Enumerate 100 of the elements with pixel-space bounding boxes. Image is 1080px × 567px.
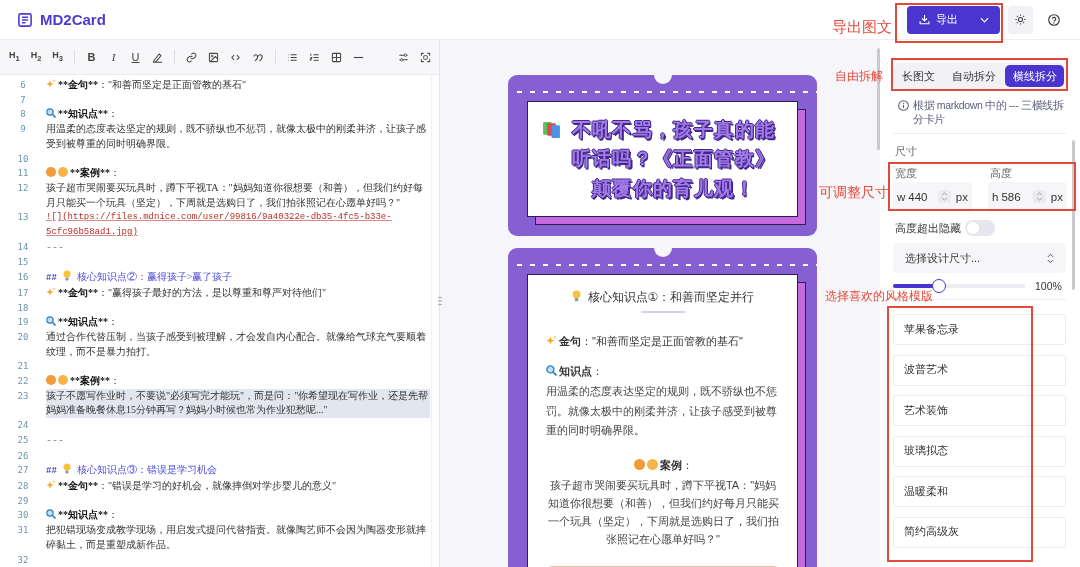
link-icon[interactable]: [186, 51, 197, 63]
image-icon[interactable]: [208, 51, 219, 63]
code-line: **金句**："错误是学习的好机会，就像摔倒对学步婴儿的意义": [58, 480, 337, 491]
rule-markup: ---: [46, 241, 64, 253]
annotation-text: 导出图文: [832, 18, 892, 36]
scrollbar-thumb[interactable]: [1072, 140, 1075, 290]
line-number: 21: [16, 360, 30, 374]
download-icon: [919, 14, 930, 25]
unit-label: px: [1050, 190, 1063, 203]
zoom-reading: 100%: [1035, 280, 1062, 292]
code-line: **金句**："和善而坚定是正面管教的基石": [58, 79, 247, 90]
template-card[interactable]: 温暖柔和: [893, 476, 1066, 508]
line-number: 12: [16, 181, 30, 195]
code-line: **案例**：: [70, 375, 120, 387]
table-icon[interactable]: [331, 51, 342, 63]
search-icon: [46, 316, 56, 327]
theme-button[interactable]: [1008, 5, 1033, 34]
sparkle-icon: [546, 335, 557, 346]
emoji-icon: [58, 375, 68, 386]
heading-text: 核心知识点②：赢得孩子>赢了孩子: [76, 271, 233, 283]
annotation-text: 可调整尺寸: [819, 185, 889, 201]
emoji-icon: [46, 167, 56, 178]
line-number: 31: [16, 524, 30, 538]
field-label: 高度: [989, 166, 1013, 180]
focus-icon[interactable]: [420, 51, 431, 63]
cover-title: 不吼不骂，孩子真的能听话吗？《正面管教》颠覆你的育儿观！: [570, 116, 777, 201]
case-label: 案例：: [659, 458, 693, 471]
heading-button[interactable]: H$_{3}$: [52, 51, 63, 63]
field-label: 宽度: [894, 166, 918, 180]
template-card[interactable]: 波普艺术: [893, 354, 1066, 386]
italic-button[interactable]: I: [108, 51, 119, 63]
line-number: 15: [16, 256, 30, 270]
width-field[interactable]: w 440 px: [893, 182, 972, 211]
minus-icon[interactable]: [353, 55, 364, 59]
search-icon: [546, 365, 557, 376]
line-number: 19: [16, 316, 30, 330]
export-button[interactable]: 导出: [907, 5, 1000, 34]
split-mode-tab[interactable]: 横线拆分: [1005, 65, 1064, 87]
help-icon[interactable]: [1048, 13, 1060, 26]
code-line: 把犯错现场变成教学现场，用启发式提问代替指责。就像陶艺师不会因为陶器变形就摔碎黏土，而是重塑成新作品。: [46, 523, 427, 552]
slider-thumb[interactable]: [932, 279, 947, 293]
unit-label: px: [955, 190, 968, 203]
template-card[interactable]: 简约高级灰: [893, 516, 1066, 548]
code-line: **知识点**：: [58, 316, 118, 328]
bold-button[interactable]: B: [86, 51, 97, 63]
line-number: 30: [16, 509, 30, 523]
underline-button[interactable]: U: [130, 51, 141, 63]
template-card[interactable]: 玻璃拟态: [893, 435, 1066, 467]
section-title: 尺寸: [894, 144, 918, 158]
bulb-icon: [571, 290, 581, 302]
annotation-text: 自由拆解: [835, 70, 883, 84]
template-card[interactable]: 艺术装饰: [893, 395, 1066, 427]
chevron-down-icon: [980, 16, 989, 23]
line-number: 16: [16, 271, 30, 285]
section-heading: 核心知识点①：和善而坚定并行: [587, 290, 755, 304]
split-mode-tab[interactable]: 长图文: [895, 65, 943, 87]
emoji-icon: [58, 167, 68, 178]
rule-markup: ---: [46, 434, 64, 446]
pen-icon[interactable]: [152, 51, 163, 63]
sparkle-icon: [46, 286, 56, 297]
toggle-label: 高度超出隐藏: [895, 221, 961, 236]
hint-text: 根据 markdown 中的 --- 三横线拆分卡片: [913, 98, 1065, 126]
line-number: 17: [16, 286, 30, 300]
emoji-icon: [646, 458, 658, 470]
quote-icon[interactable]: [252, 51, 264, 63]
heading-marker: ##: [46, 273, 57, 284]
emoji-icon: [633, 458, 645, 470]
line-number: 25: [16, 433, 30, 447]
line-number: 24: [16, 419, 30, 433]
code-line: **知识点**：: [58, 108, 118, 120]
height-field[interactable]: h 586 px: [988, 182, 1067, 211]
line-number: 14: [16, 240, 30, 254]
line-number: 20: [16, 330, 30, 344]
heading-button[interactable]: H$_{2}$: [30, 51, 42, 63]
heading-button[interactable]: H$_{1}$: [9, 51, 20, 63]
logo-icon: [18, 12, 32, 27]
grip-icon[interactable]: [438, 296, 442, 306]
ordered-list-icon[interactable]: [309, 51, 320, 63]
app-title: MD2Card: [40, 11, 106, 28]
point-label: 知识点：: [559, 365, 603, 377]
line-number: 28: [16, 480, 30, 493]
chevrons-up-down-icon: [1047, 252, 1054, 264]
line-number: 13: [16, 211, 30, 225]
bulb-icon: [62, 463, 71, 475]
template-card[interactable]: 苹果备忘录: [893, 314, 1066, 345]
code-line: 通过合作代替压制，当孩子感受到被理解，才会发自内心配合。就像给气球充气要顺着纹理，而不是暴力拍打。: [46, 329, 427, 359]
books-icon: [542, 119, 561, 139]
list-icon[interactable]: [287, 51, 298, 63]
field-prefix: h: [992, 190, 999, 203]
sliders-icon[interactable]: [398, 51, 409, 63]
emoji-icon: [46, 375, 56, 386]
split-mode-tab[interactable]: 自动拆分: [944, 65, 1004, 87]
size-select[interactable]: 选择设计尺寸...: [893, 243, 1066, 273]
paragraph: 孩子超市哭闹要买玩具时，蹲下平视TA："妈妈知道你很想要（和善），但我们约好每月只能买一个玩具（坚定），下周就是选购日了，我们拍张照记在心愿单好吗？": [546, 477, 780, 547]
line-number: 6: [19, 79, 27, 92]
toggle-switch[interactable]: [965, 220, 995, 236]
line-number: 32: [16, 553, 30, 567]
line-number: 10: [16, 152, 30, 166]
line-number: 23: [16, 389, 30, 403]
line-number: 29: [16, 494, 30, 508]
